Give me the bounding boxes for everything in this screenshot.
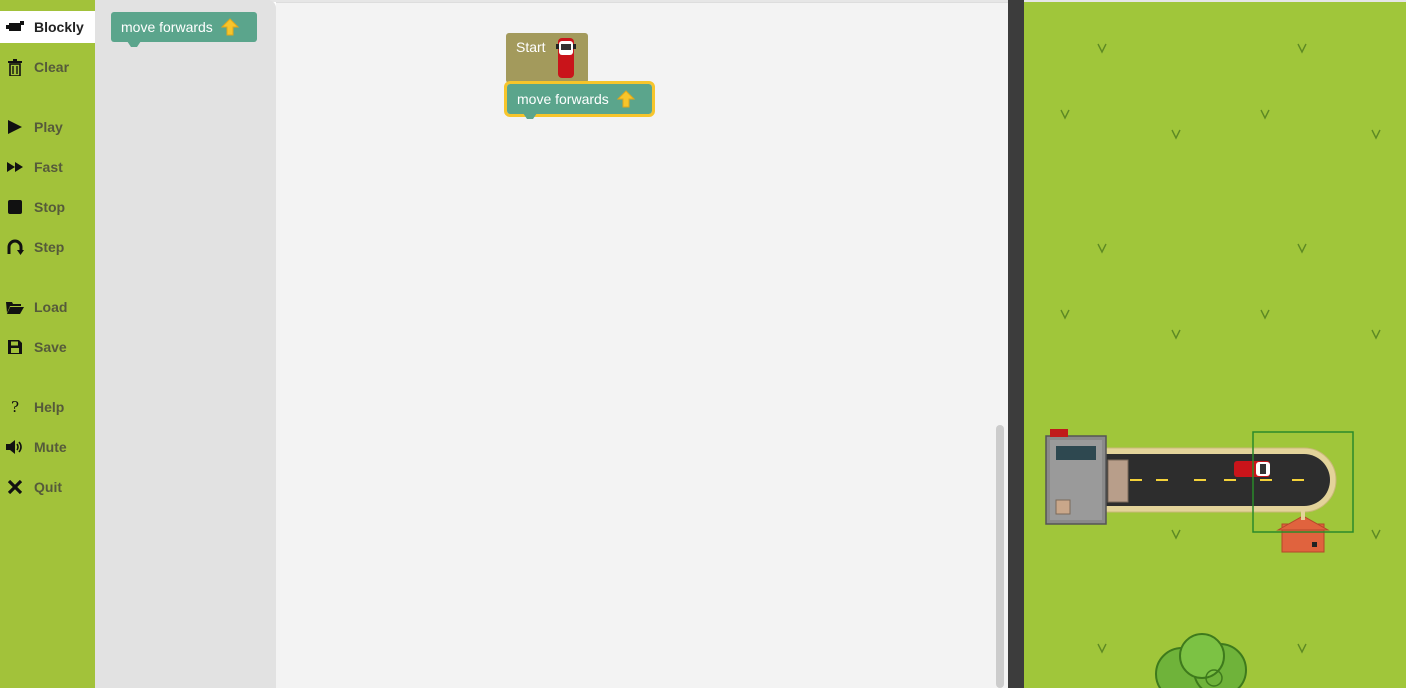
menu-clear-label: Clear	[34, 59, 70, 75]
move-block-label: move forwards	[121, 19, 213, 35]
workspace-move-forwards-block[interactable]: move forwards	[504, 81, 655, 119]
menu-stop-label: Stop	[34, 199, 66, 215]
destination-house	[1276, 506, 1330, 553]
van-sprite	[1234, 461, 1270, 477]
menu-save-label: Save	[34, 339, 67, 355]
menu-blockly-button[interactable]: Blockly	[0, 11, 95, 43]
menu-load-button[interactable]: Load	[0, 291, 95, 323]
menu-play-label: Play	[34, 119, 63, 135]
map-canvas	[1045, 43, 1381, 688]
block-notch	[127, 41, 141, 47]
menu-play-button[interactable]: Play	[0, 111, 95, 143]
question-icon: ?	[10, 398, 20, 416]
menu-fast-button[interactable]: Fast	[0, 151, 95, 183]
folder-open-icon	[0, 300, 30, 314]
menu-load-label: Load	[34, 299, 68, 315]
menu-step-button[interactable]: Step	[0, 231, 95, 263]
speaker-icon	[0, 439, 30, 455]
flyout-move-forwards-block[interactable]: move forwards	[111, 12, 257, 47]
play-icon	[0, 119, 30, 135]
step-icon	[0, 239, 30, 255]
depot-building	[1045, 429, 1107, 525]
menu-stop-button[interactable]: Stop	[0, 191, 95, 223]
bush	[1155, 633, 1247, 688]
menu-mute-label: Mute	[34, 439, 67, 455]
workspace-scrollbar[interactable]	[996, 425, 1004, 688]
menu-save-button[interactable]: Save	[0, 331, 95, 363]
floppy-disk-icon	[0, 340, 30, 354]
grass-tufts	[1060, 43, 1381, 654]
menu-blockly-label: Blockly	[34, 19, 84, 35]
menu-help-label: Help	[34, 399, 65, 415]
menu-clear-button[interactable]: Clear	[0, 51, 95, 83]
toolbox-flyout: move forwards	[95, 0, 276, 688]
menu-mute-button[interactable]: Mute	[0, 431, 95, 463]
block-notch	[523, 113, 537, 119]
move-block-label: move forwards	[517, 91, 609, 107]
fast-forward-icon	[0, 162, 30, 172]
start-block-label: Start	[516, 39, 546, 55]
menu-fast-label: Fast	[34, 159, 63, 175]
arrow-up-icon	[220, 18, 239, 36]
stop-icon	[0, 200, 30, 214]
menu-quit-label: Quit	[34, 479, 62, 495]
level-map	[1024, 2, 1406, 688]
close-icon	[0, 480, 30, 494]
side-menu: Blockly Clear Play Fast Stop Step Load S…	[0, 0, 95, 688]
panel-divider[interactable]	[1008, 0, 1024, 688]
arrow-up-icon	[616, 90, 635, 108]
menu-step-label: Step	[34, 239, 65, 255]
road	[1105, 447, 1337, 513]
blockly-workspace[interactable]: Start move forwards	[276, 2, 1008, 688]
menu-quit-button[interactable]: Quit	[0, 471, 95, 503]
trash-icon	[0, 58, 30, 76]
app-root: Blockly Clear Play Fast Stop Step Load S…	[0, 0, 1406, 688]
van-icon	[556, 38, 576, 81]
menu-help-button[interactable]: ? Help	[0, 391, 95, 423]
puzzle-icon	[0, 20, 30, 34]
start-block[interactable]: Start	[506, 33, 588, 83]
